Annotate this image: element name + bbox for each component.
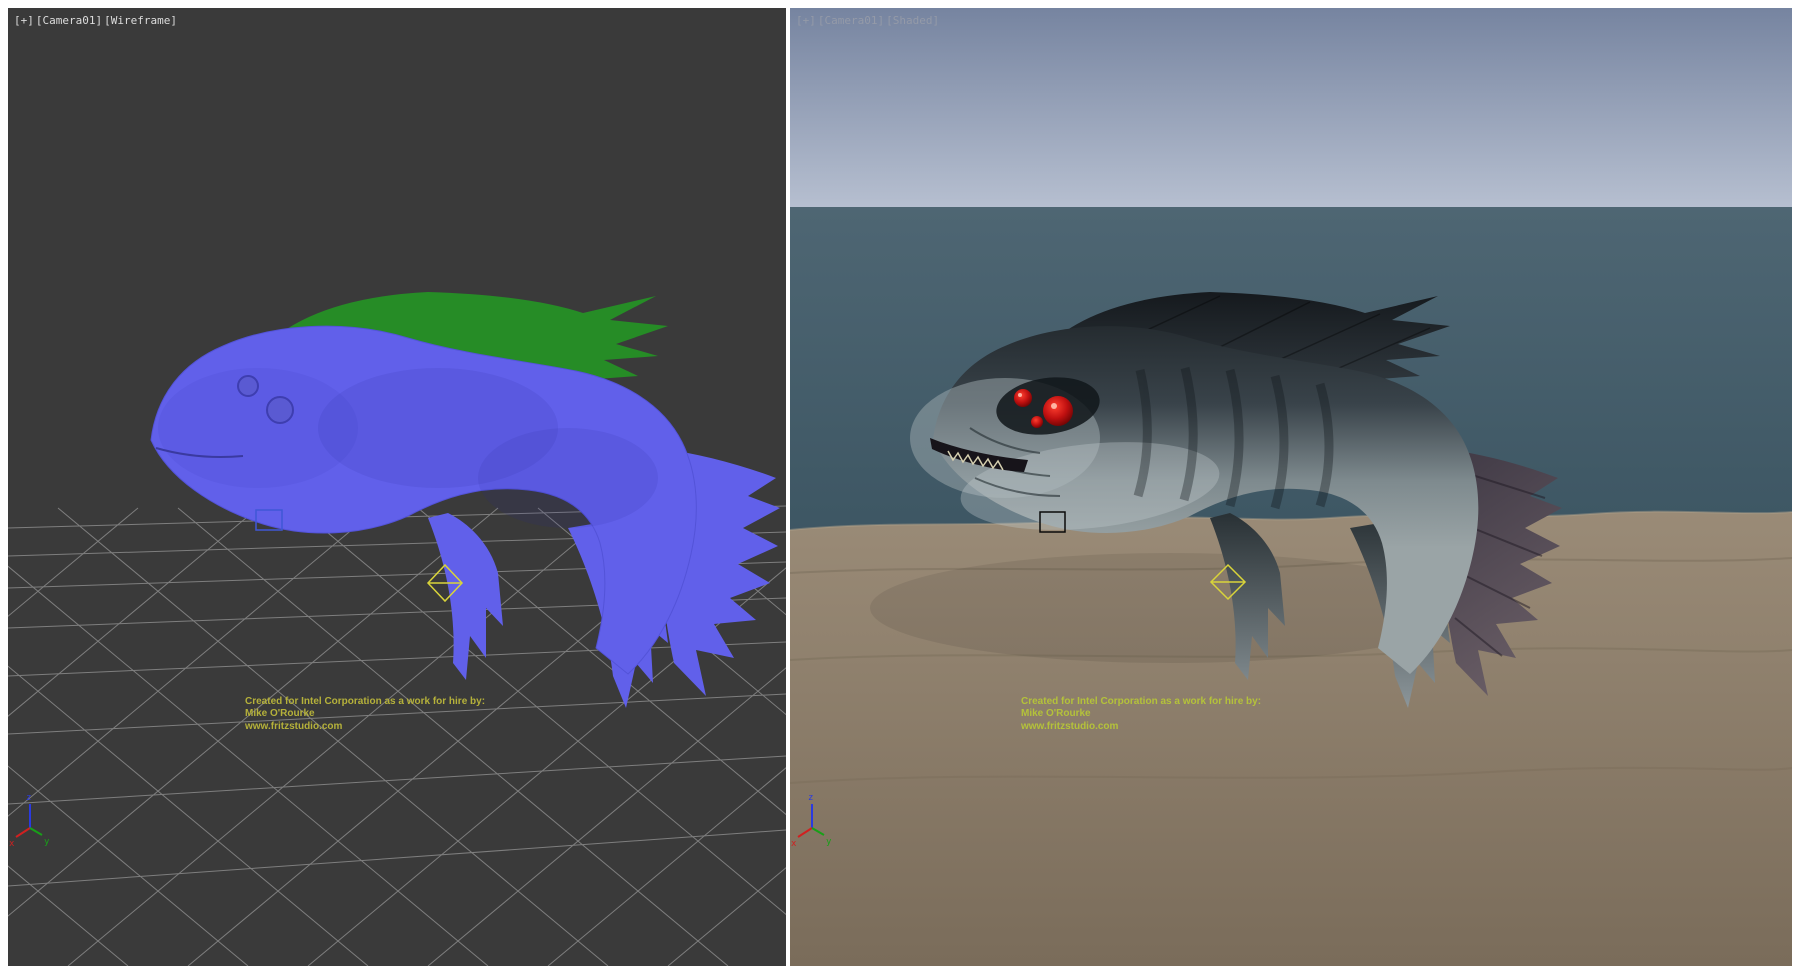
fish-eye [267, 397, 293, 423]
watermark-line: Mike O'Rourke [1021, 708, 1261, 720]
eye-specular [1051, 403, 1057, 409]
viewport-menu-camera[interactable]: [Camera01] [36, 14, 102, 27]
creator-watermark: Created for Intel Corporation as a work … [245, 696, 485, 733]
fish-eye-red [1031, 416, 1043, 428]
axis-z-label: z [26, 793, 31, 803]
viewport-menu-shading[interactable]: [Wireframe] [104, 14, 177, 27]
dual-viewport-workspace: [+][Camera01][Wireframe] [0, 0, 1800, 978]
fish-shading-patch [478, 428, 658, 528]
fish-eye-red [1043, 396, 1073, 426]
viewport-menu-plus[interactable]: [+] [14, 14, 34, 27]
watermark-line: www.fritzstudio.com [1021, 721, 1261, 733]
eye-specular [1018, 393, 1022, 397]
creator-watermark: Created for Intel Corporation as a work … [1021, 696, 1261, 733]
fish-eye-red [1014, 389, 1032, 407]
watermark-line: www.fritzstudio.com [245, 721, 485, 733]
watermark-line: Created for Intel Corporation as a work … [245, 696, 485, 708]
viewport-wireframe[interactable]: [+][Camera01][Wireframe] [8, 8, 786, 966]
axis-y-label: y [826, 837, 832, 847]
wireframe-scene: z x y [8, 8, 786, 966]
viewport-label: [+][Camera01][Shaded] [796, 14, 941, 27]
fish-eye [238, 376, 258, 396]
watermark-line: Created for Intel Corporation as a work … [1021, 696, 1261, 708]
viewport-label: [+][Camera01][Wireframe] [14, 14, 179, 27]
viewport-menu-plus[interactable]: [+] [796, 14, 816, 27]
axis-y-label: y [44, 837, 50, 847]
axis-x-label: x [9, 839, 15, 849]
viewport-menu-shading[interactable]: [Shaded] [886, 14, 939, 27]
sky [790, 8, 1792, 207]
axis-x-label: x [791, 839, 797, 849]
watermark-line: Mike O'Rourke [245, 708, 485, 720]
viewport-shaded[interactable]: [+][Camera01][Shaded] [790, 8, 1792, 966]
axis-z-label: z [808, 793, 813, 803]
shaded-scene: z x y [790, 8, 1792, 966]
viewport-menu-camera[interactable]: [Camera01] [818, 14, 884, 27]
model-fish-wireframe[interactable] [151, 292, 780, 708]
